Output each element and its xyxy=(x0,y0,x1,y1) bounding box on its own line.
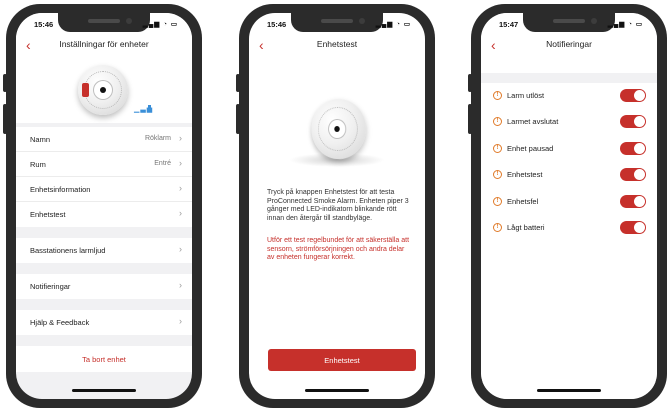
row-label: Notifieringar xyxy=(30,282,71,291)
status-bar: 15:46 ▂▄▆ ◔ ▭ xyxy=(249,13,425,33)
phone-device-test: 15:46 ▂▄▆ ◔ ▭ ‹ Enhetstest Tryck på knap… xyxy=(236,4,435,408)
chevron-right-icon: › xyxy=(179,183,182,193)
notification-toggle[interactable] xyxy=(620,220,646,234)
status-time: 15:47 xyxy=(499,20,519,29)
phone-notifications: 15:47 ▂▄▆ ◔ ▭ ‹ Notifieringar ! Larm utl… xyxy=(468,4,667,408)
warning-circle-icon: ! xyxy=(493,196,502,206)
chevron-right-icon: › xyxy=(179,158,182,168)
page-title: Inställningar för enheter xyxy=(59,39,149,49)
row-label: Enhetsinformation xyxy=(30,185,91,194)
screen: 15:47 ▂▄▆ ◔ ▭ ‹ Notifieringar ! Larm utl… xyxy=(481,13,657,399)
warning-circle-icon: ! xyxy=(493,170,502,180)
row-label: Basstationens larmljud xyxy=(30,246,106,255)
status-icons: ▂▄▆ ◔ ▭ xyxy=(607,21,643,28)
row-label: Hjälp & Feedback xyxy=(30,318,90,327)
smoke-alarm-image xyxy=(311,96,367,162)
warning-circle-icon: ! xyxy=(493,143,502,153)
phone-device-settings: 15:46 ▂▄▆ ◔ ▭ ‹ Inställningar för enhete… xyxy=(3,4,202,408)
notification-row-alarm-ended: ! Larmet avslutat xyxy=(481,109,657,135)
chevron-right-icon: › xyxy=(179,133,182,143)
nav-bar: ‹ Enhetstest xyxy=(249,35,425,59)
notification-row-low-battery: ! Lågt batteri xyxy=(481,215,657,241)
notification-label: Larm utlöst xyxy=(507,91,545,100)
page-title: Enhetstest xyxy=(316,39,358,49)
phone-side-button xyxy=(236,74,240,92)
settings-row-room[interactable]: Rum Entré › xyxy=(16,152,192,177)
notification-toggle[interactable] xyxy=(620,115,646,129)
settings-row-help[interactable]: Hjälp & Feedback › xyxy=(16,310,192,335)
phone-side-button xyxy=(3,104,7,134)
warning-circle-icon: ! xyxy=(493,117,502,127)
chevron-right-icon: › xyxy=(179,316,182,326)
notification-label: Enhet pausad xyxy=(507,143,554,153)
run-device-test-button[interactable]: Enhetstest xyxy=(268,349,416,371)
settings-row-notifications[interactable]: Notifieringar › xyxy=(16,274,192,299)
status-time: 15:46 xyxy=(267,20,287,29)
notification-label: Enhetsfel xyxy=(507,196,539,206)
status-bar: 15:46 ▂▄▆ ◔ ▭ xyxy=(16,13,192,33)
nav-bar: ‹ Inställningar för enheter xyxy=(16,35,192,59)
settings-row-device-info[interactable]: Enhetsinformation › xyxy=(16,177,192,202)
notification-toggle[interactable] xyxy=(620,168,646,182)
row-value: Entré xyxy=(154,160,171,167)
nav-bar: ‹ Notifieringar xyxy=(481,35,657,59)
chevron-right-icon: › xyxy=(179,208,182,218)
smoke-alarm-image xyxy=(78,65,128,115)
phone-side-button xyxy=(468,104,472,134)
settings-list-main: Namn Röklarm › Rum Entré › Enhetsinforma… xyxy=(16,127,192,227)
device-test-description: Tryck på knappen Enhetstest för att test… xyxy=(267,189,409,222)
phone-side-button xyxy=(468,74,472,92)
home-indicator xyxy=(72,389,136,392)
phone-side-button xyxy=(3,74,7,92)
notification-row-device-error: ! Enhetsfel xyxy=(481,189,657,215)
notification-label: Lågt batteri xyxy=(507,222,545,232)
device-test-warning: Utför ett test regelbundet för att säker… xyxy=(267,237,410,261)
notification-row-device-paused: ! Enhet pausad xyxy=(481,136,657,162)
settings-row-name[interactable]: Namn Röklarm › xyxy=(16,127,192,152)
notification-row-device-test: ! Enhetstest xyxy=(481,162,657,188)
notification-list: ! Larm utlöst ! Larmet avslutat ! Enhet … xyxy=(481,83,657,399)
notification-toggle[interactable] xyxy=(620,141,646,155)
delete-device-button[interactable]: Ta bort enhet xyxy=(16,346,192,372)
screen: 15:46 ▂▄▆ ◔ ▭ ‹ Inställningar för enhete… xyxy=(16,13,192,399)
settings-list-alarm-sound: Basstationens larmljud › xyxy=(16,238,192,263)
battery-icon xyxy=(148,105,151,111)
status-time: 15:46 xyxy=(34,20,54,29)
notification-label: Larmet avslutat xyxy=(507,117,559,127)
settings-row-device-test[interactable]: Enhetstest › xyxy=(16,202,192,227)
notification-label: Enhetstest xyxy=(507,170,543,180)
row-label: Namn xyxy=(30,135,51,144)
settings-row-base-station-sound[interactable]: Basstationens larmljud › xyxy=(16,238,192,263)
status-icons: ▂▄▆ ◔ ▭ xyxy=(375,21,411,28)
page-title: Notifieringar xyxy=(546,39,592,49)
settings-list-help: Hjälp & Feedback › xyxy=(16,310,192,335)
warning-circle-icon: ! xyxy=(493,222,502,232)
notification-toggle[interactable] xyxy=(620,194,646,208)
chevron-right-icon: › xyxy=(179,244,182,254)
chevron-right-icon: › xyxy=(179,280,182,290)
row-label: Rum xyxy=(30,160,46,169)
phone-side-button xyxy=(236,104,240,134)
row-label: Enhetstest xyxy=(30,210,66,219)
notification-row-alarm-triggered: ! Larm utlöst xyxy=(481,83,657,109)
home-indicator xyxy=(305,389,369,392)
status-icons: ▂▄▆ ◔ ▭ xyxy=(142,21,178,28)
notification-toggle[interactable] xyxy=(620,89,646,102)
warning-circle-icon: ! xyxy=(493,91,502,100)
screen: 15:46 ▂▄▆ ◔ ▭ ‹ Enhetstest Tryck på knap… xyxy=(249,13,425,399)
home-indicator xyxy=(537,389,601,392)
settings-list-notifications: Notifieringar › xyxy=(16,274,192,299)
status-bar: 15:47 ▂▄▆ ◔ ▭ xyxy=(481,13,657,33)
row-value: Röklarm xyxy=(144,135,171,142)
